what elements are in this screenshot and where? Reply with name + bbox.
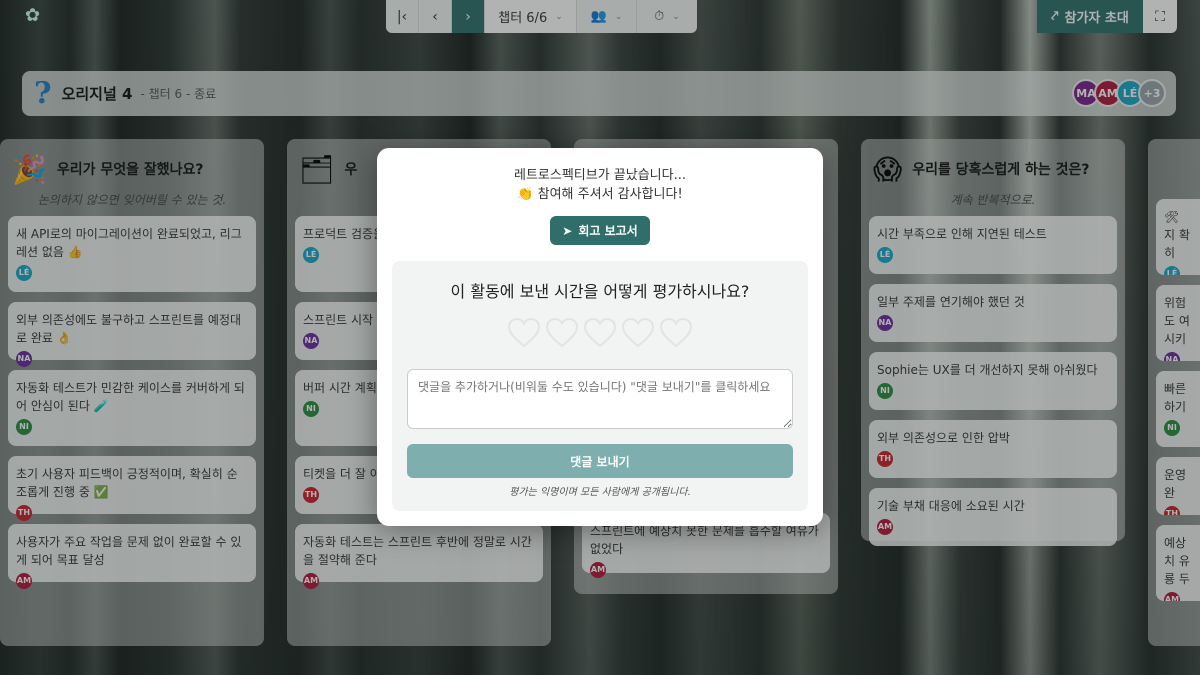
anonymity-note: 평가는 익명이며 모든 사람에게 공개됩니다.	[509, 487, 691, 498]
send-comment-button[interactable]: 댓글 보내기	[407, 444, 793, 478]
heart-rating[interactable]	[507, 317, 693, 349]
rating-panel: 이 활동에 보낸 시간을 어떻게 평가하시나요? 댓글 보내기 평가는 익명이며…	[392, 261, 808, 511]
retro-report-button[interactable]: ➤ 회고 보고서	[550, 216, 650, 245]
heart-icon[interactable]	[545, 317, 579, 349]
rating-question: 이 활동에 보낸 시간을 어떻게 평가하시나요?	[450, 282, 750, 301]
heart-icon[interactable]	[659, 317, 693, 349]
send-icon: ➤	[562, 223, 573, 238]
end-of-retro-modal: 레트로스펙티브가 끝났습니다... 👏 참여해 주셔서 감사합니다! ➤ 회고 …	[377, 148, 823, 526]
heart-icon[interactable]	[507, 317, 541, 349]
thank-you-message: 👏 참여해 주셔서 감사합니다!	[517, 187, 683, 202]
comment-input[interactable]	[407, 369, 793, 429]
heart-icon[interactable]	[583, 317, 617, 349]
retro-ended-message: 레트로스펙티브가 끝났습니다...	[513, 168, 686, 183]
heart-icon[interactable]	[621, 317, 655, 349]
report-label: 회고 보고서	[578, 224, 638, 238]
